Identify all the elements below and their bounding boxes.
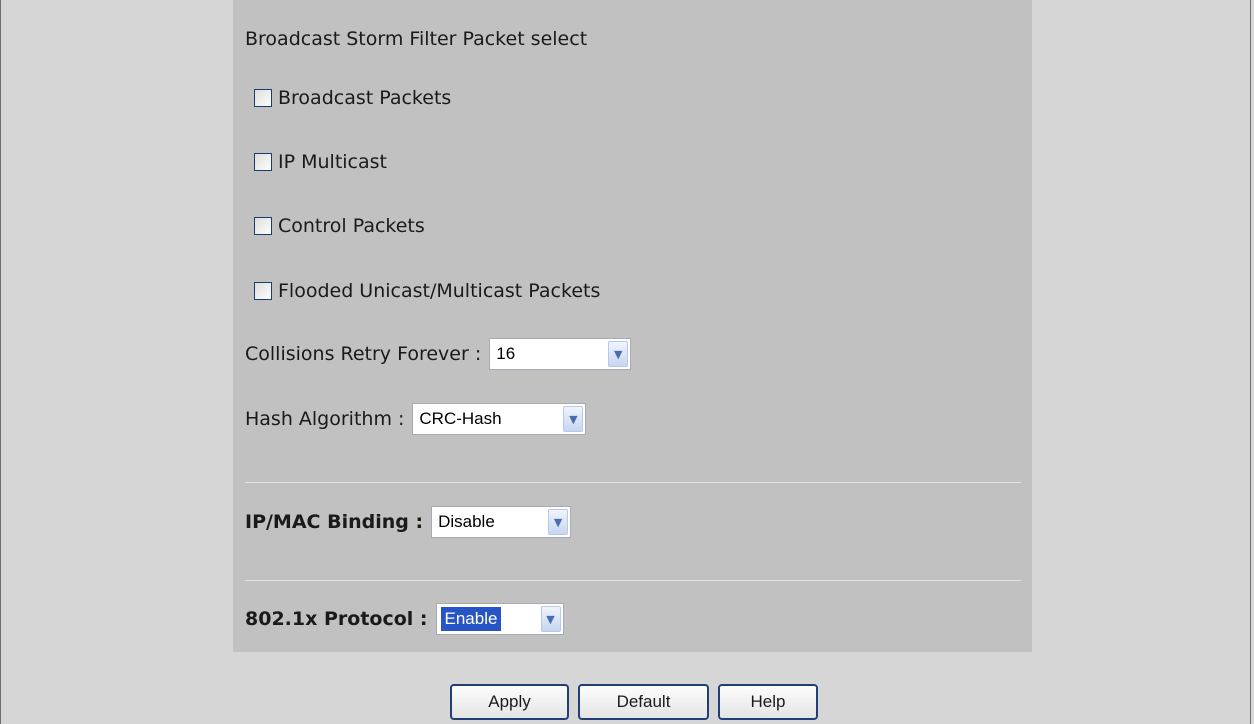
option-broadcast-packets[interactable]: Broadcast Packets bbox=[254, 86, 451, 110]
option-flooded-unicast-multicast[interactable]: Flooded Unicast/Multicast Packets bbox=[254, 279, 600, 303]
flooded-packets-checkbox[interactable] bbox=[254, 282, 272, 300]
default-button[interactable]: Default bbox=[578, 684, 709, 720]
protocol-8021x-value: Enable bbox=[440, 607, 502, 631]
ip-mac-binding-label: IP/MAC Binding : bbox=[245, 511, 424, 533]
broadcast-packets-checkbox[interactable] bbox=[254, 89, 272, 107]
protocol-8021x-row: 802.1x Protocol : Enable ▼ bbox=[245, 603, 564, 635]
apply-button[interactable]: Apply bbox=[450, 684, 569, 720]
flooded-packets-label: Flooded Unicast/Multicast Packets bbox=[278, 280, 601, 302]
ip-multicast-checkbox[interactable] bbox=[254, 153, 272, 171]
protocol-8021x-label: 802.1x Protocol : bbox=[245, 608, 428, 630]
ip-mac-binding-select[interactable]: Disable ▼ bbox=[431, 506, 572, 538]
ip-multicast-label: IP Multicast bbox=[278, 151, 387, 173]
option-ip-multicast[interactable]: IP Multicast bbox=[254, 150, 387, 174]
chevron-down-icon[interactable]: ▼ bbox=[563, 406, 584, 432]
option-control-packets[interactable]: Control Packets bbox=[254, 214, 425, 238]
control-packets-label: Control Packets bbox=[278, 215, 425, 237]
ip-mac-binding-row: IP/MAC Binding : Disable ▼ bbox=[245, 506, 572, 538]
hash-algorithm-value: CRC-Hash bbox=[419, 409, 502, 428]
collisions-retry-value: 16 bbox=[496, 344, 516, 363]
storm-filter-heading: Broadcast Storm Filter Packet select bbox=[245, 28, 588, 50]
hash-algorithm-select[interactable]: CRC-Hash ▼ bbox=[412, 403, 587, 435]
collisions-retry-label: Collisions Retry Forever : bbox=[245, 343, 482, 365]
section-divider bbox=[245, 580, 1021, 581]
chevron-down-icon[interactable]: ▼ bbox=[608, 341, 629, 367]
hash-algorithm-label: Hash Algorithm : bbox=[245, 408, 405, 430]
control-packets-checkbox[interactable] bbox=[254, 217, 272, 235]
ip-mac-binding-value: Disable bbox=[438, 512, 495, 531]
protocol-8021x-select[interactable]: Enable ▼ bbox=[435, 603, 564, 635]
help-button[interactable]: Help bbox=[718, 684, 818, 720]
broadcast-packets-label: Broadcast Packets bbox=[278, 87, 452, 109]
collisions-retry-row: Collisions Retry Forever : 16 ▼ bbox=[245, 338, 632, 370]
section-divider bbox=[245, 482, 1021, 483]
chevron-down-icon[interactable]: ▼ bbox=[548, 509, 569, 535]
collisions-retry-select[interactable]: 16 ▼ bbox=[489, 338, 632, 370]
hash-algorithm-row: Hash Algorithm : CRC-Hash ▼ bbox=[245, 403, 587, 435]
chevron-down-icon[interactable]: ▼ bbox=[540, 606, 561, 632]
